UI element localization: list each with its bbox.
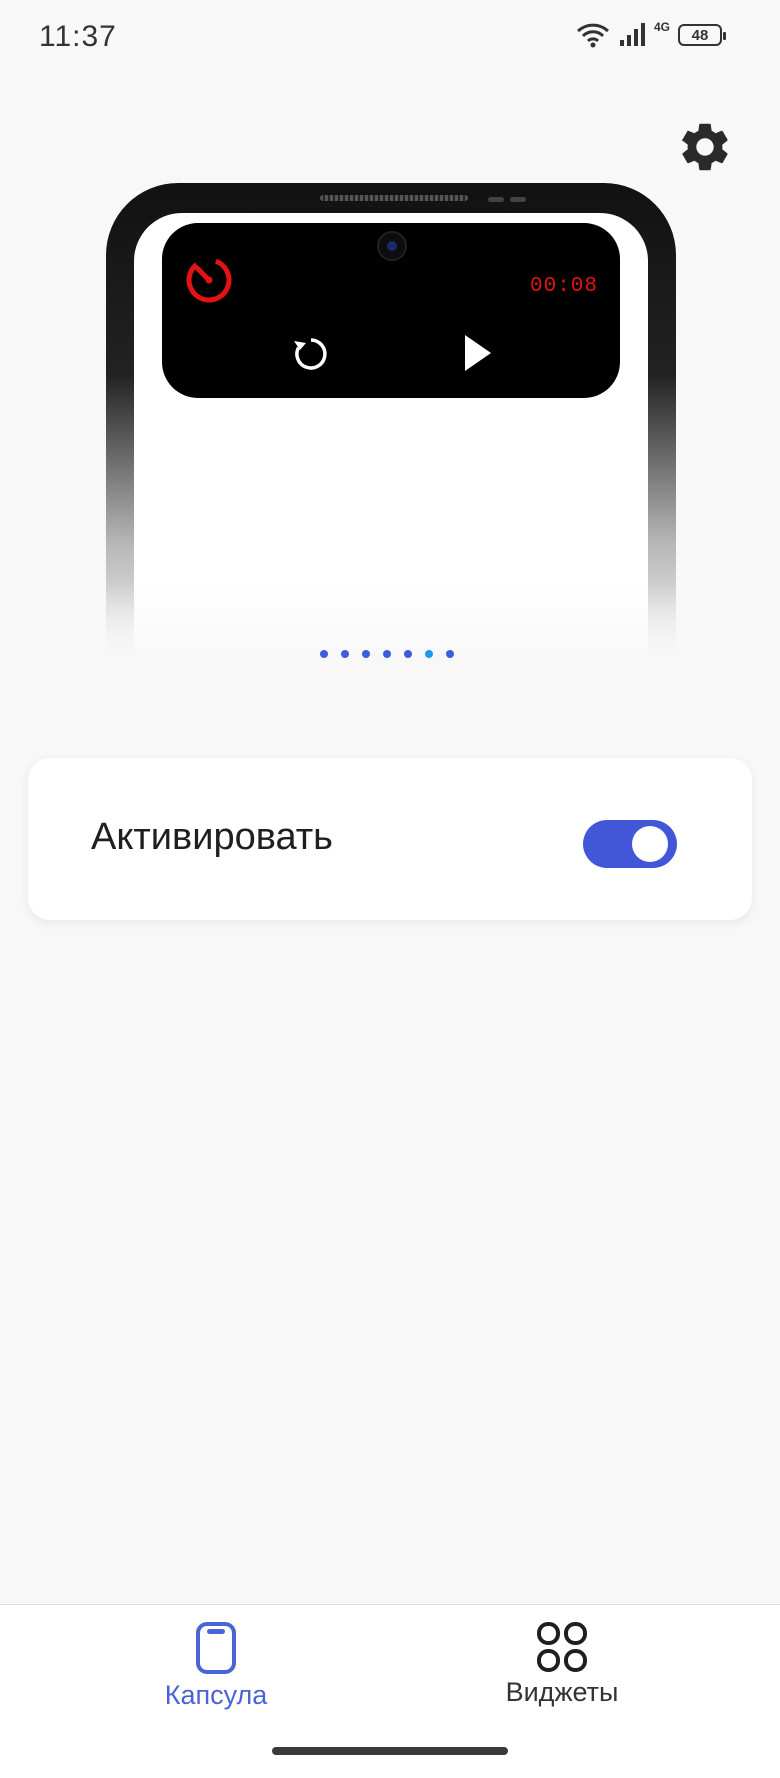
phone-sensor	[510, 197, 526, 202]
page-dot[interactable]	[362, 650, 370, 658]
capsule-icon	[196, 1622, 236, 1674]
page-dot[interactable]	[383, 650, 391, 658]
page-dot[interactable]	[320, 650, 328, 658]
phone-preview: 00:08	[96, 183, 686, 673]
play-icon[interactable]	[460, 331, 496, 375]
network-type: 4G	[653, 20, 670, 34]
activate-toggle[interactable]	[583, 820, 677, 868]
timer-icon	[186, 257, 232, 303]
reset-icon[interactable]	[290, 333, 332, 375]
tab-capsule-label: Капсула	[164, 1680, 268, 1710]
bottom-nav: Капсула Виджеты	[0, 1604, 780, 1778]
widgets-icon	[537, 1622, 587, 1672]
page-dot[interactable]	[446, 650, 454, 658]
status-icons: 4G 48	[576, 20, 726, 48]
phone-fade	[96, 583, 686, 673]
capsule-preview: 00:08	[162, 223, 620, 398]
battery-level: 48	[691, 26, 709, 44]
status-bar: 11:37 4G 48	[0, 0, 780, 80]
tab-capsule[interactable]: Капсула	[66, 1605, 366, 1735]
signal-icon	[619, 23, 645, 46]
wifi-icon	[576, 23, 610, 48]
timer-value: 00:08	[529, 275, 598, 298]
page-dot[interactable]	[341, 650, 349, 658]
activate-label: Активировать	[91, 816, 333, 858]
page-indicator	[320, 650, 454, 658]
tab-widgets[interactable]: Виджеты	[412, 1605, 712, 1735]
status-time: 11:37	[39, 20, 117, 53]
home-indicator[interactable]	[272, 1747, 508, 1755]
tab-widgets-label: Виджеты	[505, 1677, 619, 1707]
battery-icon: 48	[678, 24, 726, 46]
page-dot-active[interactable]	[425, 650, 433, 658]
activate-card: Активировать	[28, 758, 752, 920]
camera-icon	[377, 231, 407, 261]
gear-icon[interactable]	[676, 118, 734, 176]
phone-sensor	[488, 197, 504, 202]
page-dot[interactable]	[404, 650, 412, 658]
toggle-knob	[632, 826, 668, 862]
phone-speaker	[320, 195, 468, 201]
